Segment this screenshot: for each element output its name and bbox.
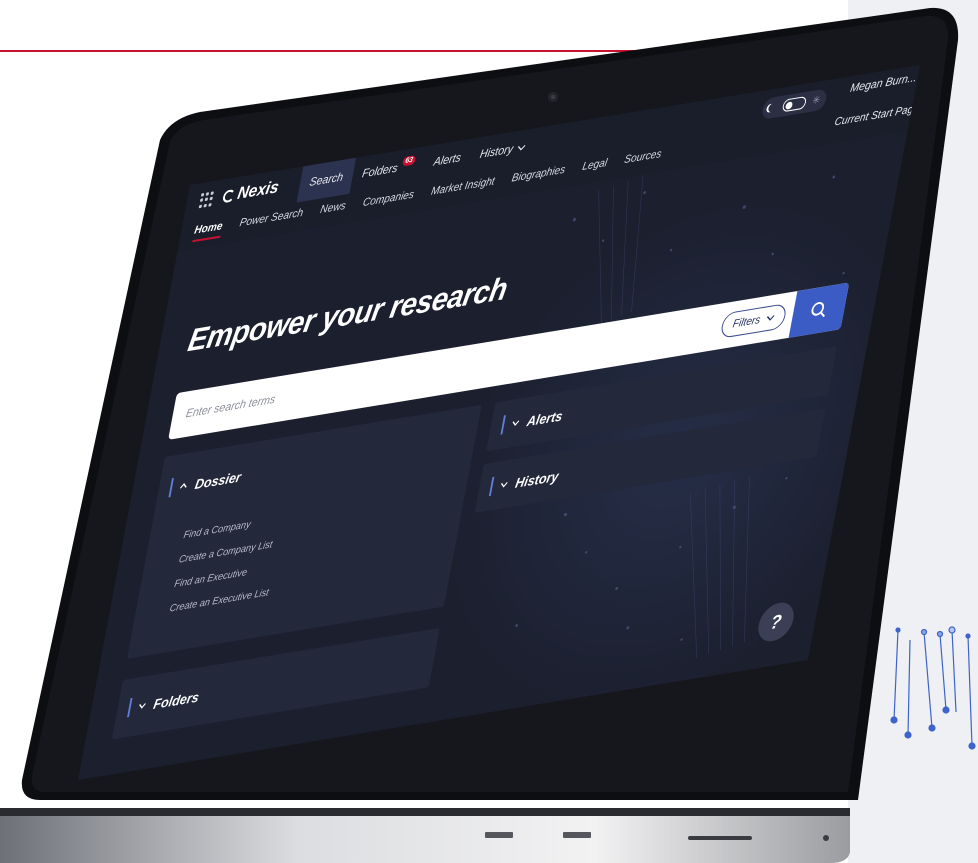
chevron-down-icon: [512, 420, 520, 427]
moon-icon: [768, 103, 777, 113]
logo-text: Nexis: [235, 178, 281, 204]
chevron-down-icon: [500, 482, 508, 488]
chevron-down-icon: [139, 703, 146, 709]
panel-accent-bar: [488, 476, 495, 497]
search-icon: [811, 301, 825, 318]
nav-alerts[interactable]: Alerts: [421, 138, 474, 182]
filters-label: Filters: [731, 313, 762, 331]
tab-power-search[interactable]: Power Search: [238, 206, 305, 234]
panel-accent-bar: [500, 415, 506, 435]
chevron-up-icon: [179, 483, 187, 489]
nav-folders-label: Folders: [361, 162, 399, 181]
panel-accent-bar: [127, 697, 133, 718]
folders-count-badge: 63: [401, 154, 417, 167]
nav-history-label: History: [478, 143, 515, 162]
nav-alerts-label: Alerts: [432, 151, 462, 169]
theme-toggle[interactable]: ✳: [760, 88, 829, 121]
folders-title: Folders: [152, 688, 201, 712]
tab-legal[interactable]: Legal: [580, 156, 608, 178]
app-launcher-grid-icon[interactable]: [198, 191, 215, 208]
history-title: History: [514, 467, 561, 491]
alerts-title: Alerts: [525, 407, 565, 429]
toggle-switch: [781, 95, 807, 113]
nav-search-label: Search: [308, 170, 345, 190]
brand: Nexis: [198, 178, 280, 210]
chevron-down-icon: [766, 315, 775, 321]
laptop: Nexis Search Folders 63 Alerts History H…: [0, 0, 978, 863]
panel-accent-bar: [168, 477, 174, 498]
user-name: Megan Burn...: [849, 71, 918, 96]
tab-biographies[interactable]: Biographies: [510, 163, 567, 190]
tab-sources[interactable]: Sources: [622, 147, 662, 171]
chevron-down-icon: [517, 145, 526, 151]
sun-icon: ✳: [811, 94, 822, 108]
current-start-page-link[interactable]: Current Start Page: [834, 102, 920, 129]
nexis-logo[interactable]: Nexis: [221, 178, 280, 206]
nexis-logo-mark-icon: [221, 188, 236, 204]
tab-companies[interactable]: Companies: [361, 188, 415, 214]
tab-news[interactable]: News: [318, 199, 347, 221]
filters-button[interactable]: Filters: [719, 302, 788, 339]
tab-home[interactable]: Home: [192, 219, 223, 242]
